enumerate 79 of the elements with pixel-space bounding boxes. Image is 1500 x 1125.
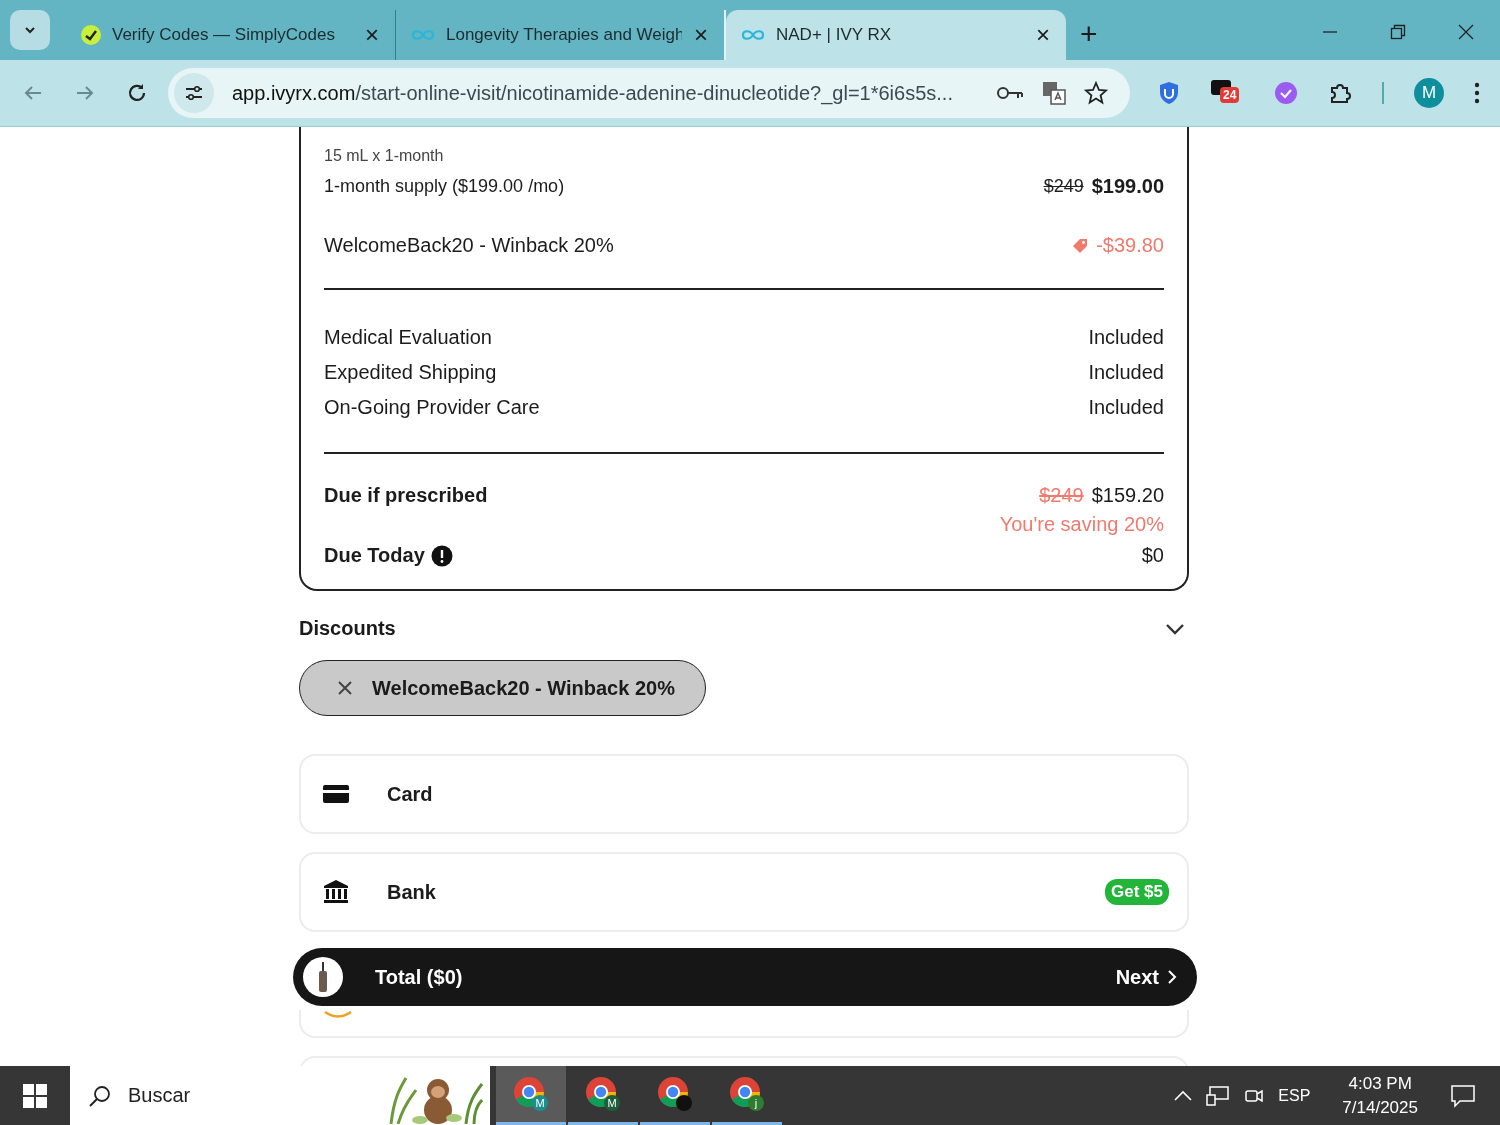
included-item: On-Going Provider Care	[324, 396, 540, 419]
restore-icon[interactable]	[1390, 24, 1406, 40]
notification-icon[interactable]	[1450, 1083, 1476, 1108]
due-label: Due if prescribed	[324, 484, 488, 507]
clock-date[interactable]: 7/14/2025	[1342, 1097, 1418, 1118]
profile-avatar[interactable]: M	[1414, 78, 1444, 108]
shield-icon[interactable]	[1158, 81, 1180, 105]
taskbar-app[interactable]: j	[712, 1066, 782, 1125]
discount-chip[interactable]: WelcomeBack20 - Winback 20%	[299, 660, 706, 716]
key-icon[interactable]	[996, 85, 1024, 101]
card-icon	[323, 784, 349, 804]
simplycodes-icon	[80, 24, 102, 46]
language-indicator[interactable]: ESP	[1278, 1086, 1311, 1105]
taskbar-app[interactable]: M	[496, 1066, 566, 1125]
browser-tab[interactable]: NAD+ | IVY RX ×	[726, 10, 1066, 60]
included-item: Expedited Shipping	[324, 361, 497, 384]
variant-text: 15 mL x 1-month	[324, 147, 445, 165]
remove-icon[interactable]	[338, 681, 352, 695]
discount-amount: -$39.80	[1096, 234, 1164, 257]
close-tab-button[interactable]: ×	[692, 23, 710, 47]
chevron-right-icon	[1167, 970, 1177, 984]
site-info-button[interactable]	[174, 73, 214, 113]
translate-icon[interactable]	[1042, 81, 1066, 105]
notification-badge: 24	[1220, 87, 1240, 103]
chip-label: WelcomeBack20 - Winback 20%	[372, 676, 675, 700]
supply-label: 1-month supply ($199.00 /mo)	[324, 176, 565, 197]
bonus-badge: Get $5	[1105, 879, 1169, 905]
payment-option[interactable]: Card	[299, 754, 1189, 834]
coupon-label: WelcomeBack20 - Winback 20%	[324, 234, 614, 257]
tag-icon	[1072, 237, 1089, 254]
close-tab-button[interactable]: ×	[1034, 23, 1052, 47]
new-tab-button[interactable]: +	[1074, 16, 1104, 52]
tune-icon	[185, 85, 203, 101]
clock-time[interactable]: 4:03 PM	[1348, 1073, 1412, 1094]
infinity-icon	[410, 28, 436, 42]
original-price: $249	[1043, 176, 1084, 197]
info-icon[interactable]	[430, 544, 453, 567]
payment-label: Card	[387, 782, 433, 806]
caret-up-icon[interactable]	[1174, 1089, 1193, 1102]
reload-icon[interactable]	[126, 82, 148, 104]
address-bar[interactable]: app.ivyrx.com/start-online-visit/nicotinamide-adenine-dinucleotide?_gl=1*6i6s5s...	[168, 68, 1130, 118]
star-icon[interactable]	[1084, 81, 1108, 105]
infinity-icon	[740, 28, 766, 42]
tag-extension-icon[interactable]	[1274, 81, 1298, 105]
network-icon[interactable]	[1206, 1084, 1231, 1107]
due-today-label: Due Today	[324, 544, 425, 567]
chat-extension-button[interactable]: 24	[1210, 79, 1244, 107]
included-value: Included	[1088, 361, 1164, 384]
chevron-icon[interactable]	[1165, 622, 1185, 635]
profile-badge: M	[604, 1095, 620, 1111]
total-label: Total ($0)	[375, 965, 463, 989]
discounts-title: Discounts	[299, 617, 396, 640]
taskbar-app[interactable]: M	[568, 1066, 638, 1125]
windows-start-icon[interactable]	[23, 1083, 47, 1108]
original-price: $249	[1039, 484, 1084, 507]
profile-badge: j	[748, 1095, 764, 1111]
next-button[interactable]: Next	[1109, 964, 1183, 990]
url-text: app.ivyrx.com/start-online-visit/nicotinamide-adenine-dinucleotide?_gl=1*6i6s5s...	[232, 81, 954, 105]
due-today-value: $0	[1141, 544, 1164, 567]
search-icon	[88, 1083, 112, 1108]
taskbar-search-field[interactable]: Buscar	[70, 1066, 490, 1125]
included-value: Included	[1088, 396, 1164, 419]
more-icon[interactable]	[1474, 82, 1480, 104]
price: $199.00	[1091, 175, 1164, 198]
profile-badge: M	[532, 1095, 548, 1111]
puzzle-icon[interactable]	[1328, 81, 1352, 105]
smile-icon	[323, 1010, 353, 1020]
close-tab-button[interactable]: ×	[363, 23, 381, 47]
price: $159.20	[1091, 484, 1164, 507]
bottle-icon	[317, 962, 329, 992]
payment-label: Bank	[387, 880, 436, 904]
saving-text: You're saving 20%	[998, 513, 1164, 536]
payment-option[interactable]: Bank Get $5	[299, 852, 1189, 932]
tab-title: NAD+ | IVY RX	[776, 25, 893, 45]
included-value: Included	[1088, 326, 1164, 349]
included-item: Medical Evaluation	[324, 326, 492, 349]
bank-icon	[323, 880, 349, 904]
close-icon[interactable]	[1458, 24, 1474, 40]
tab-title: Verify Codes — SimplyCodes	[112, 25, 336, 45]
